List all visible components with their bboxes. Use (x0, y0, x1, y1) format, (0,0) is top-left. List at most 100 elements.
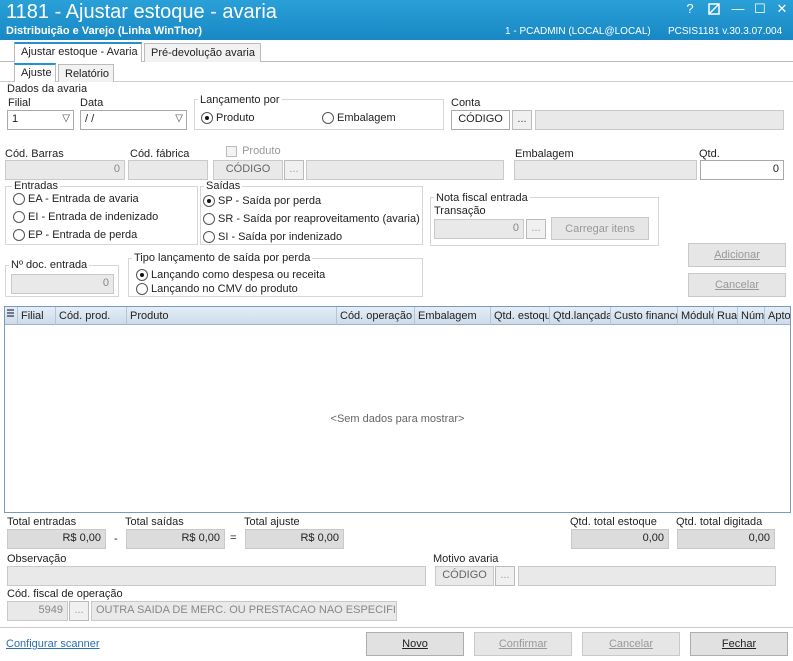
itens-grid[interactable]: Filial Cód. prod. Produto Cód. operação … (4, 306, 791, 513)
column-qtd-estoque[interactable]: Qtd. estoque (491, 307, 550, 325)
carregar-itens-button: Carregar itens (551, 217, 649, 240)
radio-entrada-indenizado[interactable]: EI - Entrada de indenizado (13, 211, 158, 224)
radio-icon (203, 231, 215, 244)
radio-cmv-produto[interactable]: Lançando no CMV do produto (136, 283, 298, 296)
column-embalagem[interactable]: Embalagem (415, 307, 491, 325)
column-chooser-icon[interactable] (5, 307, 18, 325)
filial-value: 1 (12, 113, 19, 125)
cod-barras-input: 0 (5, 160, 125, 180)
motivo-desc-input (518, 566, 776, 586)
nota-fiscal-label: Nota fiscal entrada (434, 192, 530, 204)
restore-icon[interactable] (704, 0, 724, 18)
column-rua[interactable]: Rua (714, 307, 738, 325)
column-cod-prod[interactable]: Cód. prod. (56, 307, 127, 325)
adicionar-button: Adicionar (688, 243, 786, 267)
filial-select[interactable]: 1 ▽ (7, 110, 74, 130)
cod-barras-label: Cód. Barras (5, 148, 64, 160)
user-info: 1 - PCADMIN (LOCAL@LOCAL) (505, 26, 651, 37)
doc-entrada-input: 0 (11, 274, 114, 294)
produto-checkbox: Produto (226, 145, 281, 157)
qtd-input[interactable]: 0 (700, 160, 784, 180)
cod-fabrica-input (128, 160, 208, 180)
tab-ajustar-estoque[interactable]: Ajustar estoque - Avaria (14, 42, 142, 62)
total-saidas-value: R$ 0,00 (126, 529, 225, 549)
filial-label: Filial (8, 97, 31, 109)
configurar-scanner-link[interactable]: Configurar scanner (6, 638, 100, 650)
motivo-avaria-label: Motivo avaria (433, 553, 499, 565)
radio-entrada-avaria[interactable]: EA - Entrada de avaria (13, 193, 139, 206)
grid-empty-message: <Sem dados para mostrar> (330, 413, 465, 425)
qtd-total-estoque-label: Qtd. total estoque (570, 516, 657, 528)
column-filial[interactable]: Filial (18, 307, 56, 325)
column-apto[interactable]: Apto (765, 307, 790, 325)
produto-search-button: ... (284, 160, 304, 180)
cancelar-item-button: Cancelar (688, 273, 786, 297)
window-subtitle: Distribuição e Varejo (Linha WinThor) (6, 25, 203, 37)
tab-ajuste[interactable]: Ajuste (14, 63, 56, 82)
qtd-label: Qtd. (699, 148, 720, 160)
entradas-label: Entradas (12, 180, 61, 192)
observacao-label: Observação (7, 553, 67, 565)
radio-icon (13, 193, 25, 206)
column-num[interactable]: Núm (738, 307, 765, 325)
tab-pre-devolucao[interactable]: Pré-devolução avaria (144, 43, 261, 62)
radio-icon (136, 283, 148, 296)
cfop-label: Cód. fiscal de operação (7, 588, 123, 600)
qtd-total-digitada-label: Qtd. total digitada (676, 516, 763, 528)
tab-relatorio[interactable]: Relatório (58, 64, 114, 82)
total-entradas-label: Total entradas (7, 516, 77, 528)
data-input[interactable]: / / ▽ (80, 110, 187, 130)
observacao-input (7, 566, 426, 586)
conta-search-button[interactable]: ... (512, 110, 532, 130)
cfop-code-input: 5949 (7, 601, 68, 621)
radio-despesa-receita[interactable]: Lançando como despesa ou receita (136, 269, 325, 282)
fechar-button[interactable]: Fechar (690, 632, 788, 656)
conta-desc-input (535, 110, 784, 130)
total-ajuste-label: Total ajuste (244, 516, 300, 528)
radio-icon (322, 112, 334, 125)
column-cod-operacao[interactable]: Cód. operação (337, 307, 415, 325)
radio-entrada-perda[interactable]: EP - Entrada de perda (13, 229, 137, 242)
data-label: Data (80, 97, 104, 109)
transacao-label: Transação (434, 205, 486, 217)
maximize-icon[interactable]: ☐ (750, 0, 770, 18)
chevron-down-icon: ▽ (62, 113, 70, 124)
total-saidas-label: Total saídas (125, 516, 184, 528)
embalagem-label: Embalagem (515, 148, 574, 160)
radio-lancamento-embalagem[interactable]: Embalagem (322, 112, 396, 125)
embalagem-input (514, 160, 697, 180)
equals-sign: = (230, 532, 237, 544)
close-icon[interactable]: ✕ (772, 0, 792, 18)
motivo-code-input: CÓDIGO (435, 566, 494, 586)
minimize-icon[interactable]: — (728, 0, 748, 18)
column-modulo[interactable]: Módulo (678, 307, 714, 325)
column-qtd-lancada[interactable]: Qtd.lançada (550, 307, 611, 325)
tipo-lancamento-label: Tipo lançamento de saída por perda (132, 252, 313, 264)
radio-saida-indenizado[interactable]: SI - Saída por indenizado (203, 231, 342, 244)
novo-button[interactable]: Novo (366, 632, 464, 656)
column-custo-financeiro[interactable]: Custo financeiro (611, 307, 678, 325)
column-produto[interactable]: Produto (127, 307, 337, 325)
help-icon[interactable]: ? (680, 0, 700, 18)
data-value: / / (85, 113, 95, 125)
radio-saida-reaproveitamento[interactable]: SR - Saída por reaproveitamento (avaria) (203, 213, 420, 226)
window-title: 1181 - Ajustar estoque - avaria (6, 1, 277, 23)
conta-label: Conta (451, 97, 481, 109)
radio-icon (203, 213, 215, 226)
saidas-label: Saídas (204, 180, 243, 192)
cancelar-button: Cancelar (582, 632, 680, 656)
transacao-search-button: ... (526, 219, 546, 239)
radio-icon (136, 269, 148, 282)
total-entradas-value: R$ 0,00 (7, 529, 106, 549)
minus-sign: - (114, 533, 118, 545)
radio-lancamento-produto[interactable]: Produto (201, 112, 255, 125)
radio-icon (13, 211, 25, 224)
conta-code-input[interactable]: CÓDIGO (451, 110, 510, 130)
cfop-desc-input: OUTRA SAIDA DE MERC. OU PRESTACAO NAO ES… (91, 601, 397, 621)
confirmar-button: Confirmar (474, 632, 572, 656)
radio-saida-perda[interactable]: SP - Saída por perda (203, 195, 321, 208)
subtab-line (0, 81, 793, 82)
transacao-input: 0 (434, 219, 524, 239)
cfop-search-button: ... (69, 601, 89, 621)
qtd-total-digitada-value: 0,00 (677, 529, 775, 549)
